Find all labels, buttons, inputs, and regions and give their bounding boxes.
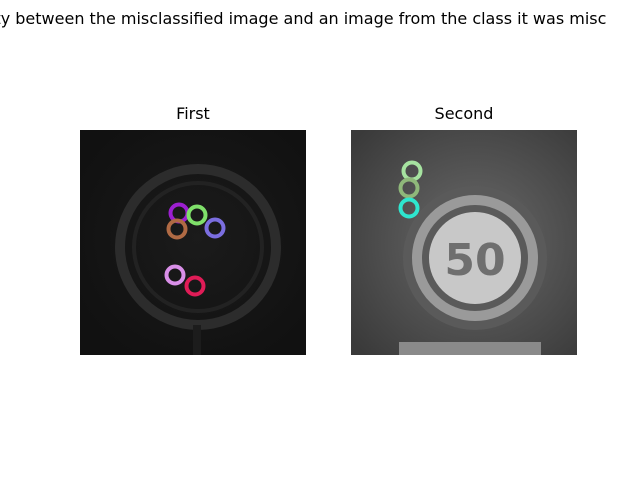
panel-title-first: First (176, 104, 210, 123)
panel-title-second: Second (434, 104, 494, 123)
first-image (80, 130, 306, 355)
svg-text:50: 50 (444, 235, 505, 286)
panel-first: First (80, 104, 306, 355)
figure-title: ity between the misclassified image and … (0, 9, 607, 28)
second-image: 50 (351, 130, 577, 355)
panel-second: Second 50 (351, 104, 577, 355)
